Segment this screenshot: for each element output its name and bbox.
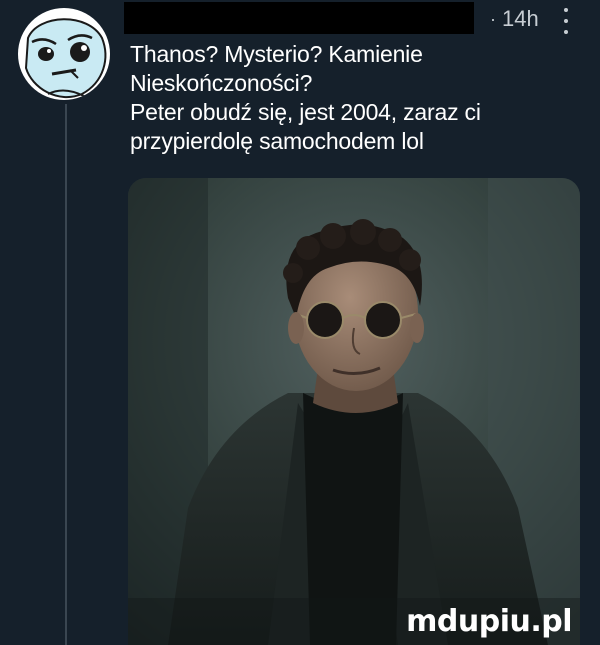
more-dot: [564, 8, 568, 12]
redacted-username: [124, 2, 474, 34]
more-options-icon[interactable]: [562, 8, 570, 34]
more-dot: [564, 30, 568, 34]
timestamp[interactable]: · 14h: [490, 6, 539, 32]
time-label: 14h: [502, 6, 539, 31]
tweet-media-image[interactable]: mdupiu.pl: [128, 178, 580, 645]
tweet-text-line-1: Thanos? Mysterio? Kamienie Nieskończonoś…: [130, 41, 423, 96]
more-dot: [564, 19, 568, 23]
time-separator: ·: [490, 8, 496, 29]
tweet-text: Thanos? Mysterio? Kamienie Nieskończonoś…: [130, 40, 580, 156]
media-photo: [128, 178, 580, 645]
avatar[interactable]: [18, 8, 110, 100]
thread-line: [65, 104, 67, 645]
watermark-label: mdupiu.pl: [406, 604, 572, 639]
meme-face-avatar-icon: [19, 9, 109, 99]
tweet-text-line-2: Peter obudź się, jest 2004, zaraz ci prz…: [130, 99, 481, 154]
tweet-post: · 14h Thanos? Mysterio? Kamienie Nieskoń…: [0, 0, 600, 645]
